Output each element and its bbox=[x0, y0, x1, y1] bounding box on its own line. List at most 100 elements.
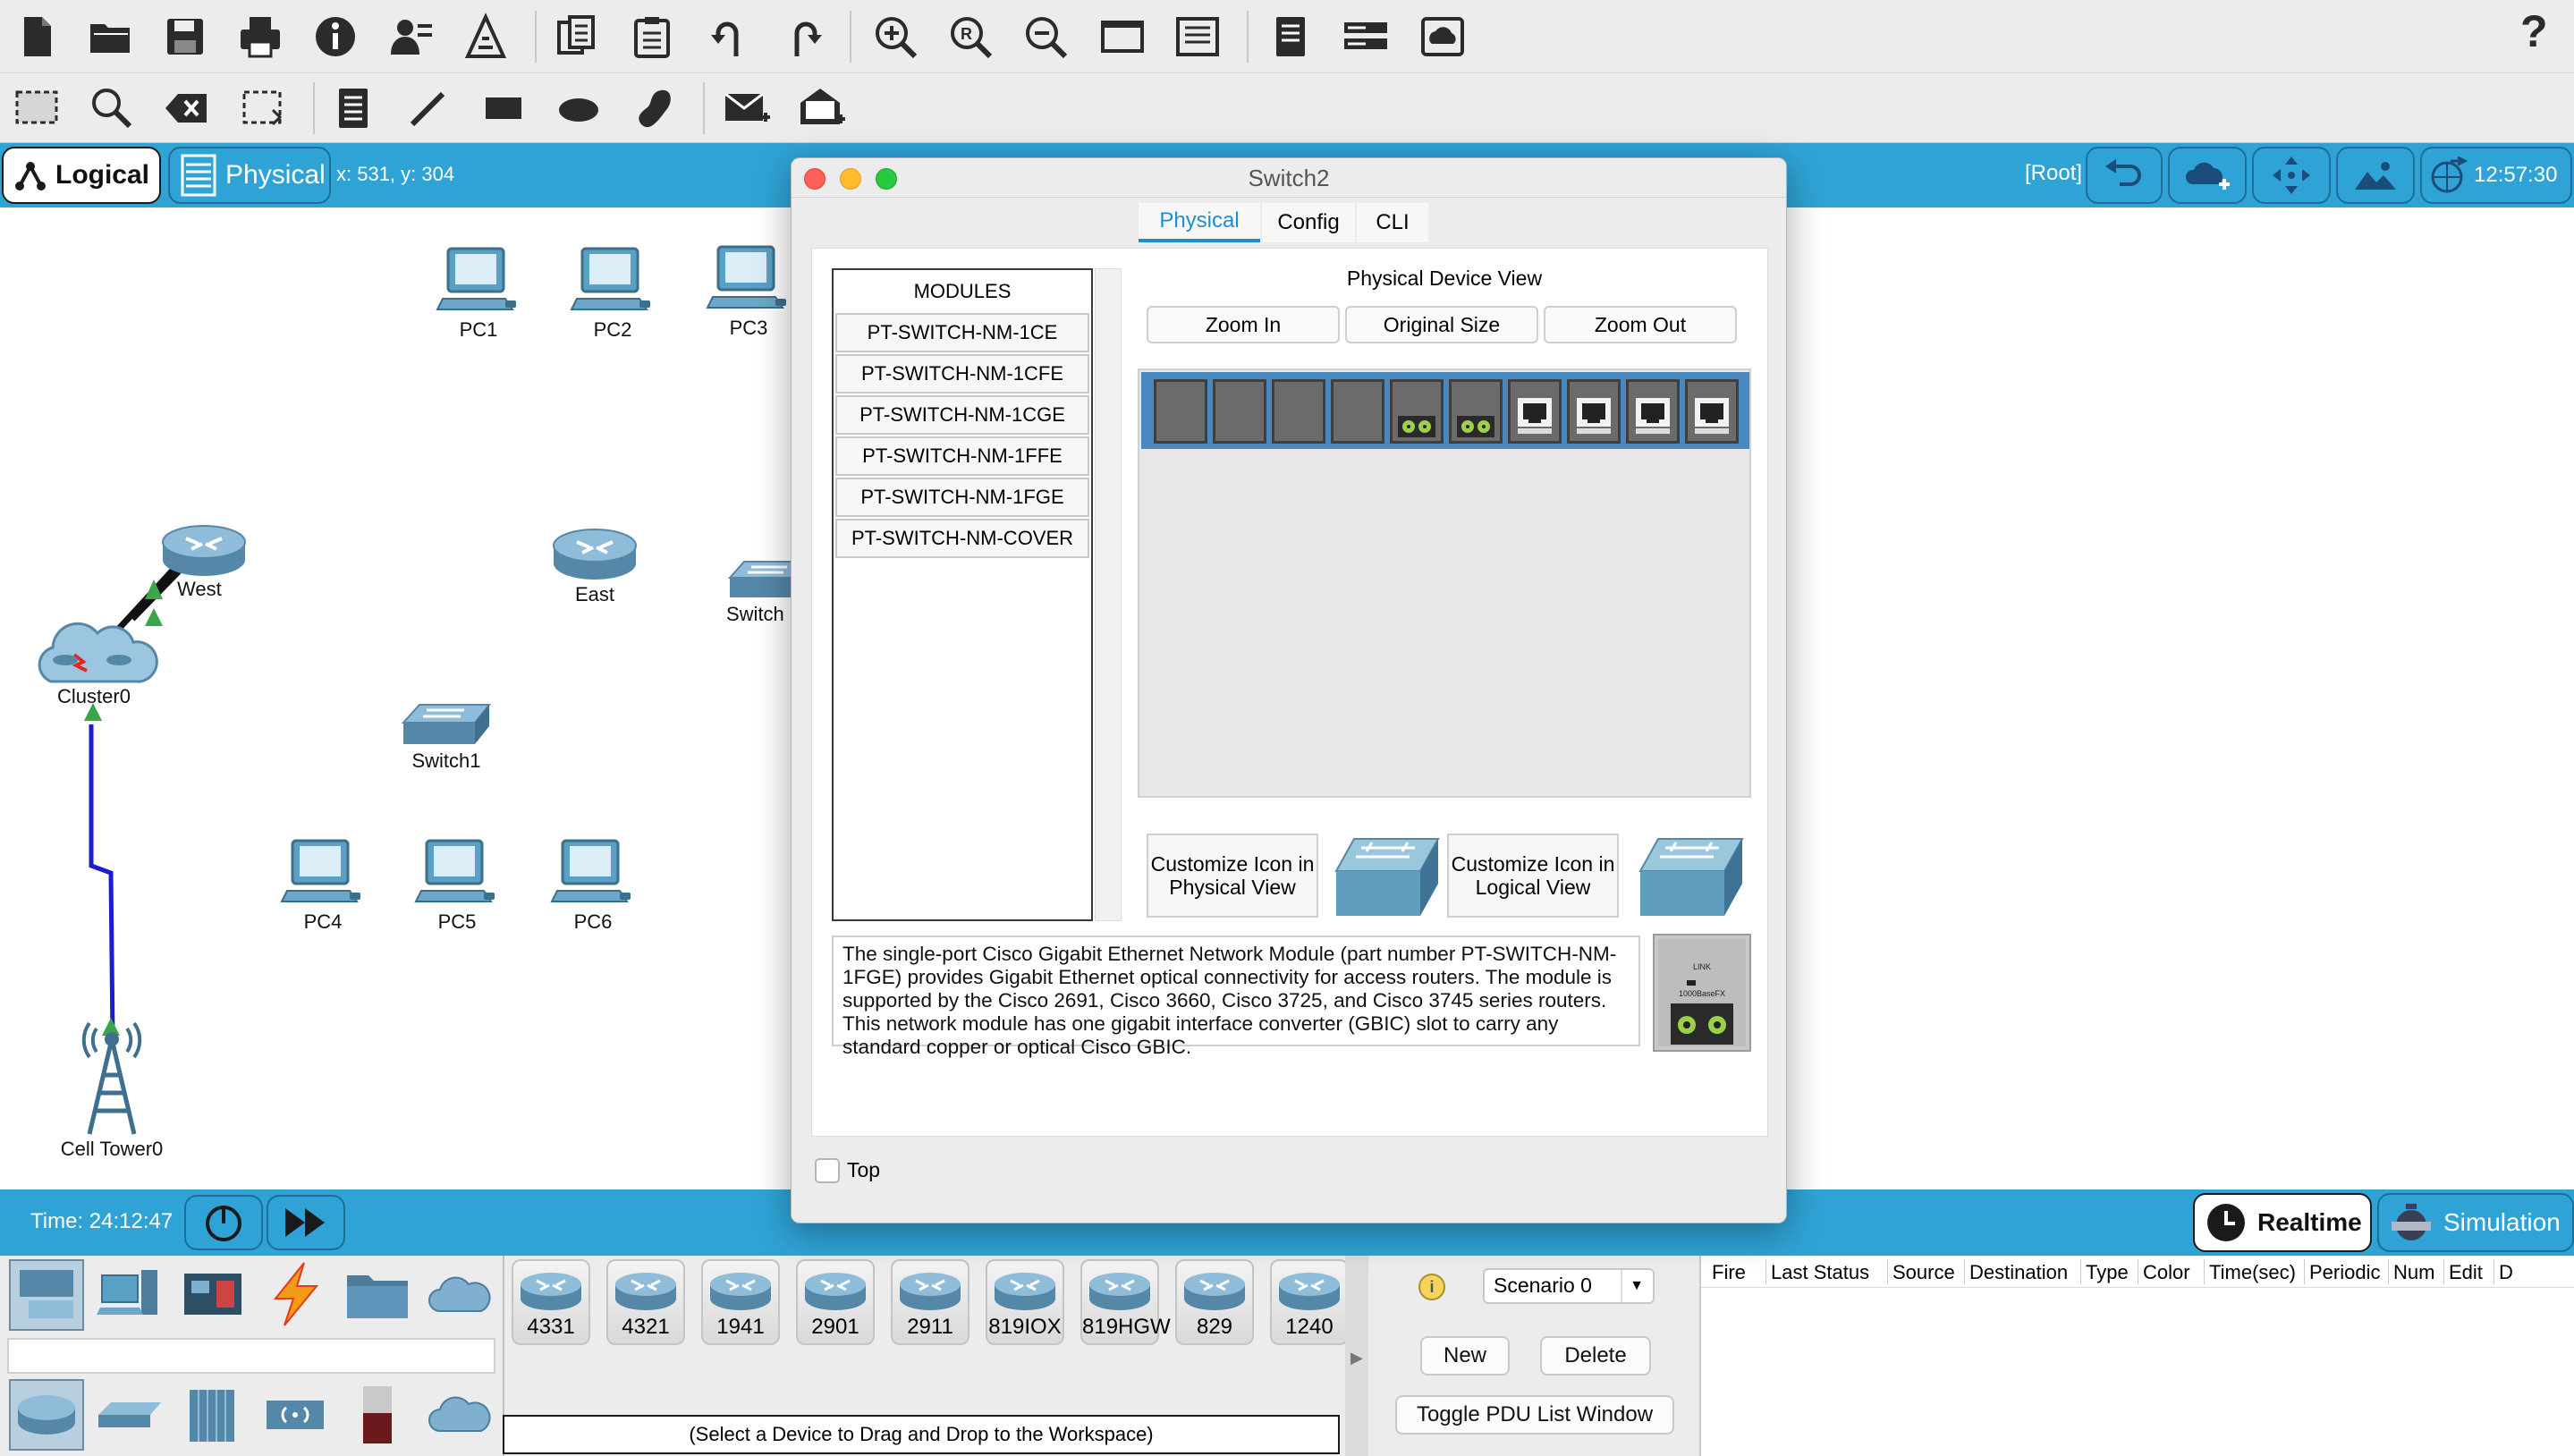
router-model-tile[interactable]: 819IOX bbox=[986, 1259, 1064, 1345]
empty-module-slot[interactable] bbox=[1272, 379, 1325, 444]
close-window-button[interactable] bbox=[804, 168, 826, 190]
pdu-column-header[interactable]: Source bbox=[1892, 1261, 1955, 1284]
root-label[interactable]: [Root] bbox=[2025, 161, 2082, 186]
subcategory-wireless[interactable] bbox=[259, 1381, 334, 1452]
simulation-mode-button[interactable]: Simulation bbox=[2377, 1193, 2574, 1252]
device-search-field[interactable] bbox=[7, 1338, 495, 1374]
new-file-icon[interactable] bbox=[7, 7, 66, 66]
redo-icon[interactable] bbox=[775, 7, 834, 66]
module-list-item[interactable]: PT-SWITCH-NM-1CGE bbox=[835, 395, 1089, 435]
subcategory-switches[interactable] bbox=[93, 1381, 168, 1452]
empty-module-slot[interactable] bbox=[1154, 379, 1207, 444]
pdu-column-header[interactable]: Num bbox=[2393, 1261, 2434, 1284]
ethernet-port-module[interactable] bbox=[1626, 379, 1680, 444]
delete-icon[interactable] bbox=[157, 79, 216, 138]
save-icon[interactable] bbox=[156, 7, 215, 66]
scenario-info-icon[interactable]: i bbox=[1418, 1274, 1445, 1300]
draw-ellipse-icon[interactable] bbox=[549, 79, 608, 138]
router-model-tile[interactable]: 2911 bbox=[891, 1259, 969, 1345]
back-button[interactable] bbox=[2086, 147, 2163, 204]
pdu-column-header[interactable]: Last Status bbox=[1771, 1261, 1869, 1284]
zoom-reset-icon[interactable]: R bbox=[941, 7, 1000, 66]
undo-icon[interactable] bbox=[699, 7, 758, 66]
category-end-devices[interactable] bbox=[93, 1261, 168, 1333]
pc1-device[interactable]: PC1 bbox=[429, 245, 528, 342]
freeform-icon[interactable] bbox=[624, 79, 683, 138]
pc4-device[interactable]: PC4 bbox=[274, 837, 372, 934]
category-connections[interactable] bbox=[259, 1259, 334, 1331]
minimize-window-button[interactable] bbox=[840, 168, 861, 190]
switch2-device[interactable]: Switch bbox=[726, 558, 798, 626]
custom-devices-icon[interactable] bbox=[1168, 7, 1227, 66]
copy-icon[interactable] bbox=[547, 7, 606, 66]
zoom-out-icon[interactable] bbox=[1016, 7, 1075, 66]
power-cycle-button[interactable] bbox=[184, 1195, 263, 1250]
wireless-link-cluster-tower[interactable] bbox=[89, 724, 115, 1040]
module-list-item[interactable]: PT-SWITCH-NM-1FGE bbox=[835, 478, 1089, 517]
tab-cli[interactable]: CLI bbox=[1357, 203, 1428, 242]
empty-module-slot[interactable] bbox=[1331, 379, 1384, 444]
print-icon[interactable] bbox=[231, 7, 290, 66]
original-size-button[interactable]: Original Size bbox=[1345, 306, 1538, 343]
module-list-item[interactable]: PT-SWITCH-NM-1CFE bbox=[835, 354, 1089, 394]
router-model-tile[interactable]: 2901 bbox=[796, 1259, 875, 1345]
module-list-item[interactable]: PT-SWITCH-NM-1CE bbox=[835, 313, 1089, 352]
customize-logical-icon-button[interactable]: Customize Icon in Logical View bbox=[1447, 834, 1619, 918]
notes-icon[interactable] bbox=[1261, 7, 1320, 66]
info-icon[interactable] bbox=[306, 7, 365, 66]
top-checkbox[interactable] bbox=[815, 1158, 840, 1183]
subcategory-security[interactable] bbox=[342, 1381, 417, 1452]
category-components[interactable] bbox=[177, 1261, 252, 1333]
open-folder-icon[interactable] bbox=[80, 7, 140, 66]
subcategory-routers[interactable] bbox=[9, 1379, 84, 1451]
pdu-column-header[interactable]: Edit bbox=[2449, 1261, 2483, 1284]
modules-scrollbar[interactable] bbox=[1095, 268, 1122, 921]
ethernet-port-module[interactable] bbox=[1685, 379, 1739, 444]
resize-shape-icon[interactable] bbox=[233, 79, 292, 138]
zoom-in-icon[interactable] bbox=[866, 7, 925, 66]
help-icon[interactable]: ? bbox=[2520, 5, 2548, 57]
subcategory-hubs[interactable] bbox=[177, 1381, 252, 1452]
pdu-column-header[interactable]: Periodic bbox=[2309, 1261, 2380, 1284]
add-simple-pdu-icon[interactable] bbox=[717, 79, 776, 138]
realtime-mode-button[interactable]: Realtime bbox=[2193, 1193, 2372, 1252]
pc6-device[interactable]: PC6 bbox=[544, 837, 642, 934]
draw-rectangle-icon[interactable] bbox=[474, 79, 533, 138]
pdu-column-header[interactable]: D bbox=[2499, 1261, 2513, 1284]
set-background-button[interactable] bbox=[2336, 147, 2415, 204]
drawing-palette-icon[interactable] bbox=[1093, 7, 1152, 66]
new-cluster-button[interactable] bbox=[2168, 147, 2247, 204]
network-info-icon[interactable] bbox=[1336, 7, 1395, 66]
category-network-devices[interactable] bbox=[9, 1259, 84, 1331]
module-list-item[interactable]: PT-SWITCH-NM-COVER bbox=[835, 519, 1089, 558]
router-model-tile[interactable]: 1941 bbox=[701, 1259, 780, 1345]
pdu-column-header[interactable]: Color bbox=[2143, 1261, 2190, 1284]
switch1-device[interactable]: Switch1 bbox=[397, 701, 495, 773]
router-model-tile[interactable]: 4321 bbox=[606, 1259, 685, 1345]
tab-config[interactable]: Config bbox=[1262, 203, 1355, 242]
add-complex-pdu-icon[interactable] bbox=[792, 79, 851, 138]
fiber-port-module[interactable] bbox=[1449, 379, 1503, 444]
physical-tab[interactable]: Physical bbox=[168, 147, 331, 204]
select-icon[interactable] bbox=[7, 79, 66, 138]
west-router[interactable]: West bbox=[152, 522, 250, 600]
inspect-icon[interactable] bbox=[82, 79, 141, 138]
delete-scenario-button[interactable]: Delete bbox=[1540, 1336, 1651, 1376]
router-model-tile[interactable]: 829 bbox=[1175, 1259, 1254, 1345]
draw-line-icon[interactable] bbox=[399, 79, 458, 138]
new-scenario-button[interactable]: New bbox=[1420, 1336, 1510, 1376]
pdu-column-header[interactable]: Destination bbox=[1969, 1261, 2068, 1284]
viewport-clock[interactable]: 12:57:30 bbox=[2420, 147, 2572, 204]
category-multiuser[interactable] bbox=[424, 1261, 499, 1333]
pc5-device[interactable]: PC5 bbox=[408, 837, 506, 934]
ethernet-port-module[interactable] bbox=[1508, 379, 1562, 444]
router-model-tile[interactable]: 1240 bbox=[1270, 1259, 1349, 1345]
logical-tab[interactable]: Logical bbox=[2, 147, 161, 204]
fast-forward-button[interactable] bbox=[267, 1195, 345, 1250]
pdu-column-header[interactable]: Fire bbox=[1712, 1261, 1746, 1284]
scenario-select[interactable]: Scenario 0 ▼ bbox=[1483, 1268, 1655, 1304]
cluster0-device[interactable]: Cluster0 bbox=[27, 619, 161, 708]
customize-physical-icon-button[interactable]: Customize Icon in Physical View bbox=[1147, 834, 1318, 918]
east-router[interactable]: East bbox=[546, 526, 644, 606]
router-model-tile[interactable]: 4331 bbox=[512, 1259, 590, 1345]
